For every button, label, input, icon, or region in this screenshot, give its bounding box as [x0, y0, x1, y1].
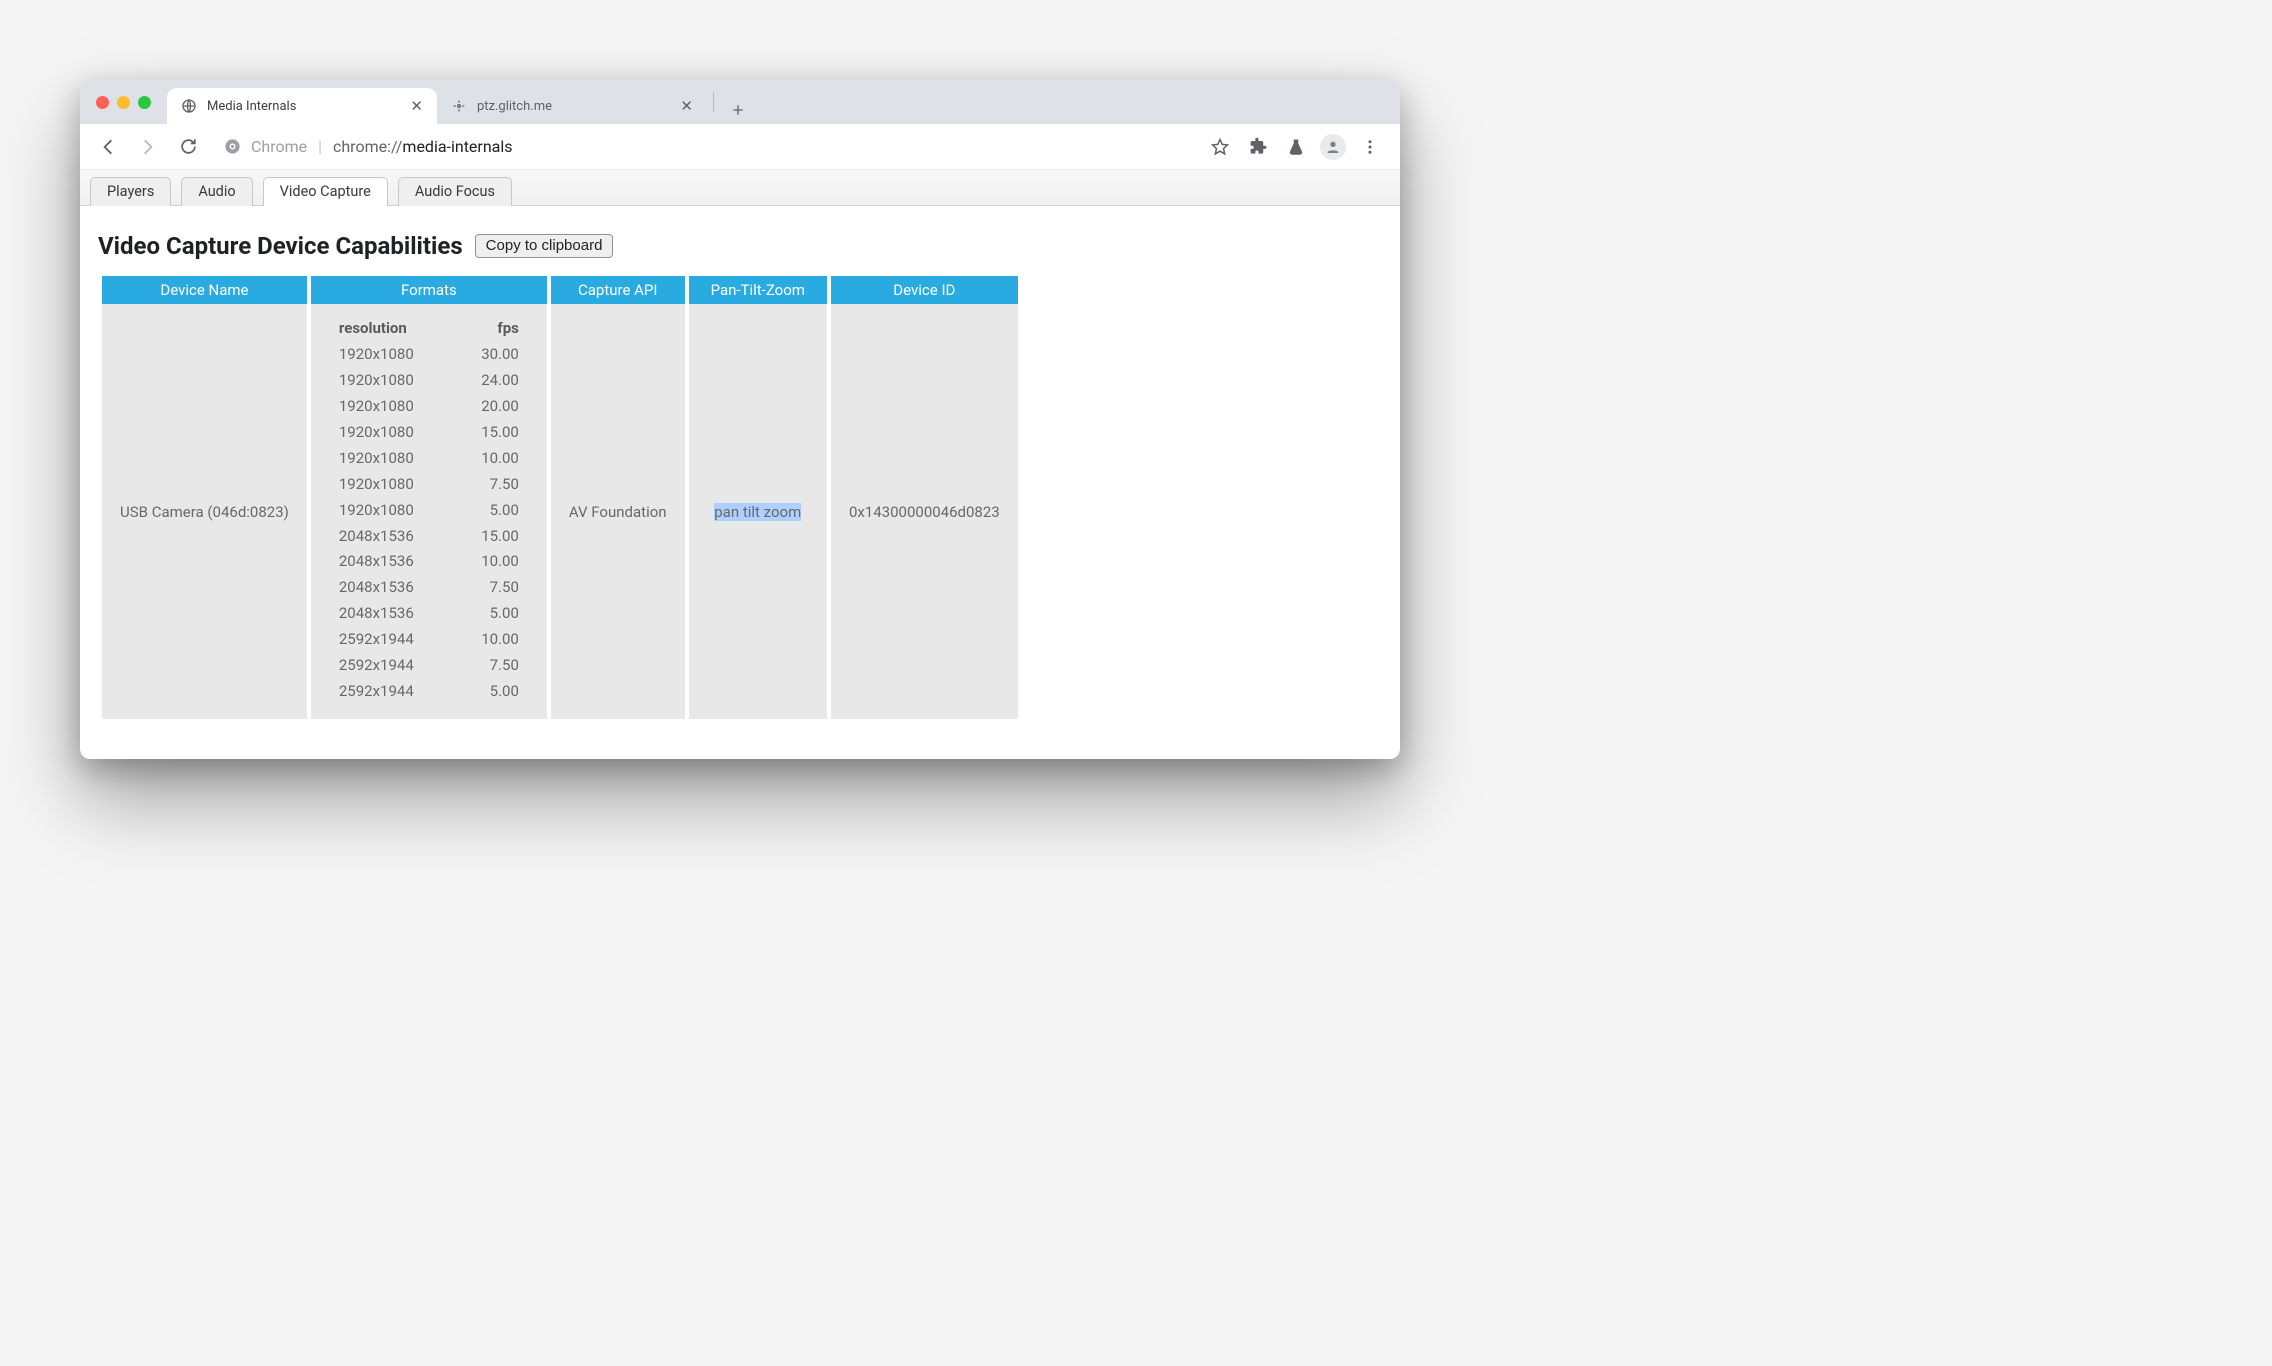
extensions-icon[interactable]	[1244, 133, 1272, 161]
tab-title: ptz.glitch.me	[477, 99, 670, 114]
format-row: 1920x1080 15.00	[339, 420, 519, 446]
format-resolution: 2048x1536	[339, 524, 429, 550]
format-resolution: 2048x1536	[339, 601, 429, 627]
close-tab-icon[interactable]: ✕	[410, 97, 423, 115]
url-origin: Chrome	[251, 137, 307, 156]
formats-col-resolution: resolution	[339, 316, 429, 342]
close-tab-icon[interactable]: ✕	[680, 97, 693, 115]
tabstrip: Media Internals ✕ ptz.glitch.me ✕	[80, 80, 1400, 124]
content: Video Capture Device Capabilities Copy t…	[80, 206, 1400, 759]
subtab-audio[interactable]: Audio	[181, 177, 252, 206]
back-button[interactable]	[90, 129, 126, 165]
format-fps: 10.00	[469, 549, 519, 575]
url-path: media-internals	[402, 137, 512, 156]
minimize-window-button[interactable]	[117, 96, 130, 109]
format-fps: 15.00	[469, 524, 519, 550]
format-resolution: 2592x1944	[339, 653, 429, 679]
subtab-players[interactable]: Players	[90, 177, 171, 206]
globe-icon	[181, 98, 197, 114]
page-title: Video Capture Device Capabilities	[98, 232, 463, 260]
format-fps: 10.00	[469, 627, 519, 653]
url-text: Chrome | chrome://media-internals	[251, 137, 513, 156]
close-window-button[interactable]	[96, 96, 109, 109]
format-row: 1920x1080 20.00	[339, 394, 519, 420]
format-row: 1920x1080 10.00	[339, 446, 519, 472]
format-resolution: 1920x1080	[339, 420, 429, 446]
subtab-audio-focus[interactable]: Audio Focus	[398, 177, 512, 206]
reload-button[interactable]	[170, 129, 206, 165]
format-resolution: 1920x1080	[339, 368, 429, 394]
profile-avatar[interactable]	[1320, 134, 1346, 160]
format-fps: 15.00	[469, 420, 519, 446]
format-fps: 7.50	[469, 472, 519, 498]
address-bar[interactable]: Chrome | chrome://media-internals	[210, 131, 1196, 163]
format-resolution: 1920x1080	[339, 498, 429, 524]
cell-device-name: USB Camera (046d:0823)	[102, 304, 307, 719]
window-controls	[90, 96, 161, 109]
format-resolution: 2048x1536	[339, 575, 429, 601]
chrome-page-icon	[224, 138, 241, 155]
format-fps: 5.00	[469, 498, 519, 524]
site-icon	[451, 98, 467, 114]
col-capture-api[interactable]: Capture API	[551, 276, 685, 304]
tab-separator	[713, 92, 714, 112]
browser-window: Media Internals ✕ ptz.glitch.me ✕	[80, 80, 1400, 759]
format-resolution: 2592x1944	[339, 627, 429, 653]
format-row: 2592x1944 5.00	[339, 679, 519, 705]
format-fps: 5.00	[469, 679, 519, 705]
maximize-window-button[interactable]	[138, 96, 151, 109]
subtab-bar: Players Audio Video Capture Audio Focus	[80, 170, 1400, 206]
new-tab-button[interactable]	[724, 96, 752, 124]
menu-icon[interactable]	[1356, 133, 1384, 161]
format-row: 2048x1536 10.00	[339, 549, 519, 575]
formats-col-fps: fps	[469, 316, 519, 342]
format-fps: 5.00	[469, 601, 519, 627]
col-formats[interactable]: Formats	[311, 276, 547, 304]
copy-to-clipboard-button[interactable]: Copy to clipboard	[475, 234, 614, 258]
format-row: 1920x1080 24.00	[339, 368, 519, 394]
capabilities-table: Device Name Formats Capture API Pan-Tilt…	[98, 276, 1022, 719]
format-fps: 10.00	[469, 446, 519, 472]
url-scheme: chrome://	[333, 137, 402, 156]
format-fps: 20.00	[469, 394, 519, 420]
cell-device-id: 0x14300000046d0823	[831, 304, 1018, 719]
format-row: 1920x1080 7.50	[339, 472, 519, 498]
toolbar-right	[1200, 133, 1390, 161]
forward-button[interactable]	[130, 129, 166, 165]
format-row: 2048x1536 7.50	[339, 575, 519, 601]
format-row: 1920x1080 5.00	[339, 498, 519, 524]
format-resolution: 1920x1080	[339, 394, 429, 420]
format-fps: 7.50	[469, 653, 519, 679]
format-row: 2592x1944 10.00	[339, 627, 519, 653]
subtab-video-capture[interactable]: Video Capture	[263, 177, 388, 206]
format-row: 2048x1536 15.00	[339, 524, 519, 550]
tab-media-internals[interactable]: Media Internals ✕	[167, 88, 437, 124]
format-resolution: 1920x1080	[339, 342, 429, 368]
cell-ptz: pan tilt zoom	[689, 304, 827, 719]
cell-formats: resolution fps 1920x1080 30.00 1920x1080 24…	[311, 304, 547, 719]
format-fps: 24.00	[469, 368, 519, 394]
format-fps: 7.50	[469, 575, 519, 601]
format-row: 2592x1944 7.50	[339, 653, 519, 679]
toolbar: Chrome | chrome://media-internals	[80, 124, 1400, 170]
tab-title: Media Internals	[207, 99, 400, 114]
tabs: Media Internals ✕ ptz.glitch.me ✕	[167, 80, 752, 124]
col-ptz[interactable]: Pan-Tilt-Zoom	[689, 276, 827, 304]
format-fps: 30.00	[469, 342, 519, 368]
format-resolution: 2592x1944	[339, 679, 429, 705]
ptz-highlight: pan tilt zoom	[714, 503, 801, 521]
col-device-id[interactable]: Device ID	[831, 276, 1018, 304]
format-resolution: 1920x1080	[339, 472, 429, 498]
format-resolution: 1920x1080	[339, 446, 429, 472]
format-row: 2048x1536 5.00	[339, 601, 519, 627]
table-row: USB Camera (046d:0823) resolution fps 19…	[102, 304, 1018, 719]
labs-icon[interactable]	[1282, 133, 1310, 161]
cell-capture-api: AV Foundation	[551, 304, 685, 719]
tab-ptz-glitch[interactable]: ptz.glitch.me ✕	[437, 88, 707, 124]
col-device-name[interactable]: Device Name	[102, 276, 307, 304]
format-row: 1920x1080 30.00	[339, 342, 519, 368]
bookmark-star-icon[interactable]	[1206, 133, 1234, 161]
format-resolution: 2048x1536	[339, 549, 429, 575]
